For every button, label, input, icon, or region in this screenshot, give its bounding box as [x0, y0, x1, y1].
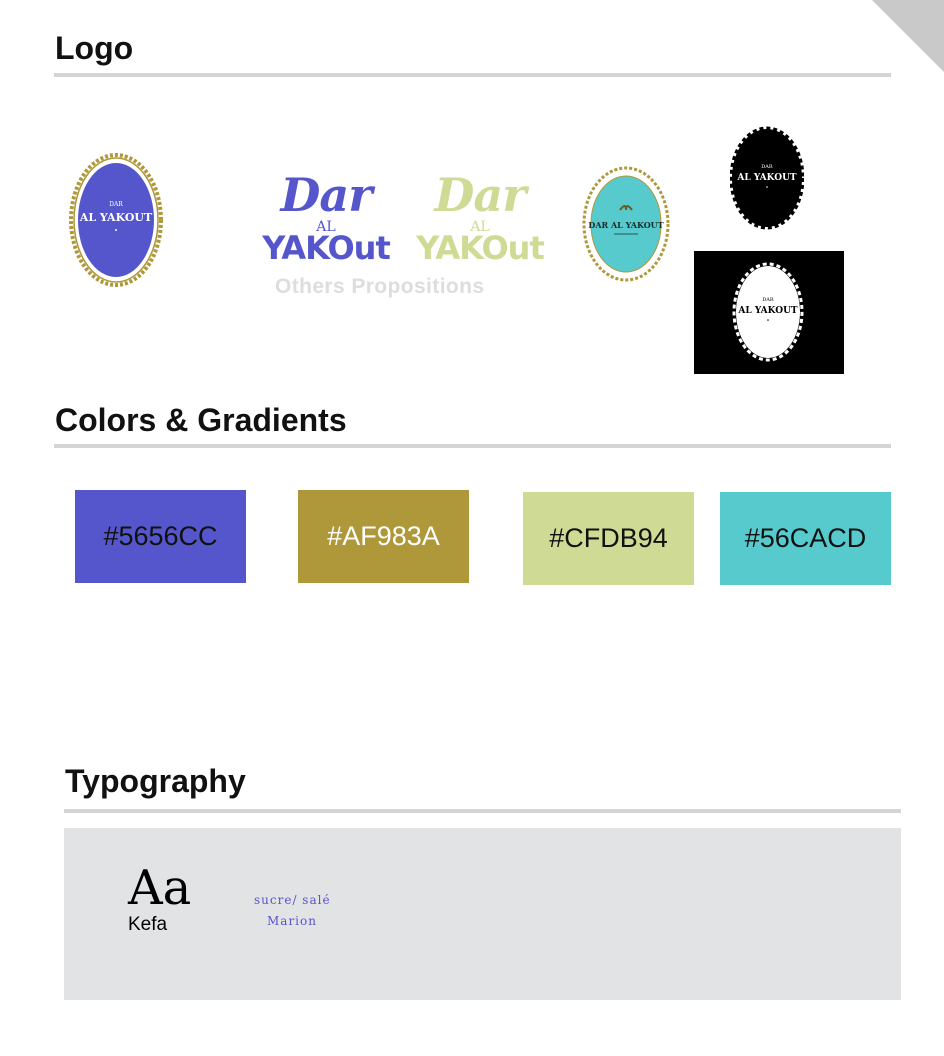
color-swatch-purple: #5656CC	[75, 490, 246, 583]
section-divider-typography	[64, 809, 901, 813]
wordmark-yakout: YAKOut	[262, 229, 391, 267]
wordmark-dar: Dar	[434, 168, 527, 222]
section-divider-logo	[54, 73, 891, 77]
swatch-hex-label: #5656CC	[103, 521, 218, 551]
secondary-typeface-name: Marion	[267, 914, 317, 928]
section-divider-colors	[54, 444, 891, 448]
others-propositions-label: Others Propositions	[275, 275, 485, 298]
typeface-sample: Aa	[128, 860, 192, 916]
swatch-hex-label: #AF983A	[327, 521, 440, 551]
badge-name-text: AL YAKOUT	[737, 306, 798, 316]
logo-badge-teal: DAR AL YAKOUT	[582, 166, 670, 282]
typeface-name: Kefa	[128, 914, 168, 935]
section-title-colors: Colors & Gradients	[55, 402, 347, 438]
swatch-hex-label: #56CACD	[744, 523, 867, 553]
logo-badge-white: DAR AL YAKOUT	[732, 262, 804, 362]
section-title-logo: Logo	[55, 30, 134, 66]
wordmark-yakout: YAKOut	[416, 229, 545, 267]
wordmark-green: Dar AL YAKOut	[412, 172, 548, 264]
logo-badge-purple: DAR AL YAKOUT	[69, 153, 163, 287]
logo-badge-black: DAR AL YAKOUT	[730, 126, 804, 230]
badge-dar-text: DAR	[109, 201, 123, 208]
badge-name-text: DAR AL YAKOUT	[588, 220, 663, 230]
badge-name-text: AL YAKOUT	[79, 211, 153, 224]
color-swatch-green: #CFDB94	[523, 492, 694, 585]
swatch-hex-label: #CFDB94	[549, 523, 668, 553]
color-swatch-gold: #AF983A	[298, 490, 469, 583]
section-title-typography: Typography	[65, 763, 246, 799]
wordmark-dar: Dar	[280, 168, 373, 222]
page-corner-fold	[872, 0, 944, 72]
logo-badge-inverted-frame: DAR AL YAKOUT	[694, 251, 844, 374]
badge-dar-text: DAR	[761, 164, 773, 170]
wordmark-purple: Dar AL YAKOut	[258, 172, 394, 264]
secondary-typeface-sample: sucre/ salé	[254, 893, 331, 907]
badge-dar-text: DAR	[762, 297, 774, 303]
badge-name-text: AL YAKOUT	[736, 173, 797, 183]
color-swatch-teal: #56CACD	[720, 492, 891, 585]
